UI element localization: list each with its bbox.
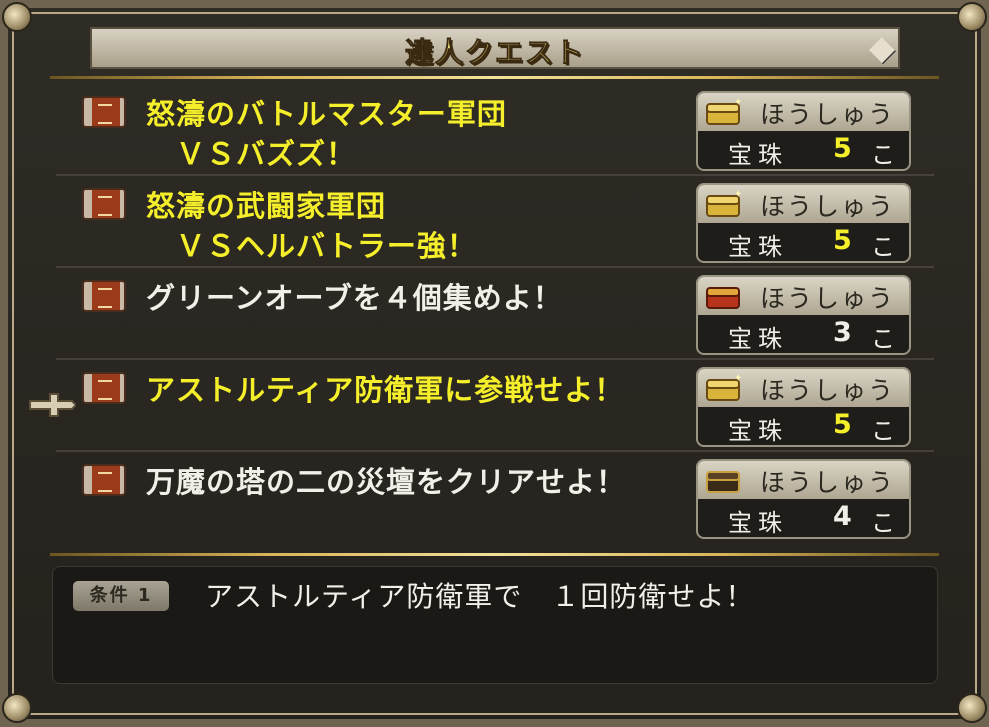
- dark-chest-icon: [706, 471, 740, 493]
- reward-box: ✦ ほうしゅう 宝珠 5 こ: [696, 367, 911, 447]
- title-bar: 達人クエスト: [90, 27, 900, 70]
- reward-item: 宝珠: [728, 233, 788, 261]
- reward-unit: こ: [871, 233, 895, 261]
- reward-count: 5: [833, 225, 852, 256]
- reward-count: 3: [833, 317, 852, 348]
- quest-title: 怒濤の武闘家軍団 ＶＳヘルバトラー強！: [146, 189, 477, 263]
- sparkle-gold-chest-icon: ✦: [706, 373, 742, 401]
- corner-ornament: [2, 693, 32, 723]
- reward-unit: こ: [871, 141, 895, 169]
- condition-badge: 条件 1: [73, 581, 169, 611]
- quest-scroll-icon: [82, 280, 126, 312]
- right-ornament-icon: ◆: [868, 28, 896, 68]
- corner-ornament: [957, 2, 987, 32]
- divider: [50, 76, 939, 79]
- sparkle-gold-chest-icon: ✦: [706, 97, 742, 125]
- corner-ornament: [957, 693, 987, 723]
- reward-count: 4: [833, 501, 852, 532]
- quest-row[interactable]: 万魔の塔の二の災壇をクリアせよ！ ほうしゅう 宝珠 4 こ: [56, 452, 934, 544]
- corner-ornament: [2, 2, 32, 32]
- reward-count: 5: [833, 409, 852, 440]
- reward-item: 宝珠: [728, 141, 788, 169]
- quest-row[interactable]: 怒濤の武闘家軍団 ＶＳヘルバトラー強！ ✦ ほうしゅう 宝珠 5 こ: [56, 176, 934, 268]
- sparkle-gold-chest-icon: ✦: [706, 189, 742, 217]
- svg-text:✦: ✦: [734, 97, 742, 108]
- quest-title: グリーンオーブを４個集めよ！: [146, 281, 563, 315]
- reward-unit: こ: [871, 509, 895, 537]
- reward-unit: こ: [871, 325, 895, 353]
- quest-scroll-icon: [82, 188, 126, 220]
- svg-text:✦: ✦: [734, 373, 742, 384]
- reward-item: 宝珠: [728, 417, 788, 445]
- window-title: 達人クエスト: [404, 36, 585, 70]
- quest-title: 怒濤のバトルマスター軍団 ＶＳバズズ！: [146, 97, 507, 171]
- reward-box: ✦ ほうしゅう 宝珠 5 こ: [696, 183, 911, 263]
- quest-list: 怒濤のバトルマスター軍団 ＶＳバズズ！ ✦ ほうしゅう 宝珠 5 こ 怒濤の武闘…: [56, 84, 934, 549]
- reward-item: 宝珠: [728, 509, 788, 537]
- svg-text:✦: ✦: [734, 189, 742, 200]
- reward-count: 5: [833, 133, 852, 164]
- divider: [50, 553, 939, 556]
- reward-box: ✦ ほうしゅう 宝珠 5 こ: [696, 91, 911, 171]
- quest-scroll-icon: [82, 96, 126, 128]
- quest-row-selected[interactable]: アストルティア防衛軍に参戦せよ！ ✦ ほうしゅう 宝珠 5 こ: [56, 360, 934, 452]
- red-chest-icon: [706, 287, 740, 309]
- quest-row[interactable]: 怒濤のバトルマスター軍団 ＶＳバズズ！ ✦ ほうしゅう 宝珠 5 こ: [56, 84, 934, 176]
- quest-title: 万魔の塔の二の災壇をクリアせよ！: [146, 465, 627, 499]
- quest-scroll-icon: [82, 464, 126, 496]
- selection-pointer-icon: [29, 393, 76, 417]
- reward-item: 宝珠: [728, 325, 788, 353]
- quest-title: アストルティア防衛軍に参戦せよ！: [146, 373, 625, 407]
- reward-box: ほうしゅう 宝珠 3 こ: [696, 275, 911, 355]
- condition-text: アストルティア防衛軍で １回防衛せよ！: [205, 580, 755, 613]
- quest-row[interactable]: グリーンオーブを４個集めよ！ ほうしゅう 宝珠 3 こ: [56, 268, 934, 360]
- reward-box: ほうしゅう 宝珠 4 こ: [696, 459, 911, 539]
- condition-panel: 条件 1 アストルティア防衛軍で １回防衛せよ！: [52, 566, 938, 684]
- quest-scroll-icon: [82, 372, 126, 404]
- reward-unit: こ: [871, 417, 895, 445]
